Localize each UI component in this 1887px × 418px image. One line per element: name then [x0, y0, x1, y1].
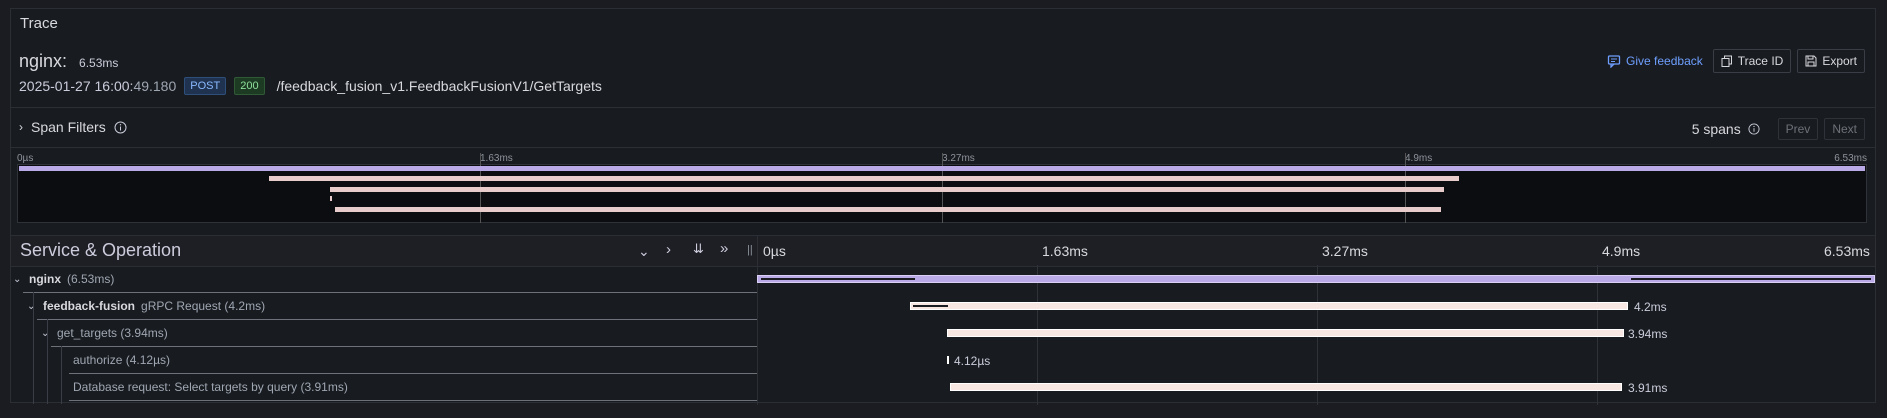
tree-guide: [61, 346, 62, 404]
panel-title: Trace: [20, 15, 58, 32]
timeline-tick: 4.9ms: [1602, 243, 1641, 259]
method-badge: POST: [184, 77, 227, 95]
span-bar[interactable]: [947, 329, 1624, 337]
minimap-span: [330, 187, 1444, 192]
minimap-tick: 4.9ms: [1405, 153, 1433, 164]
resize-handle[interactable]: ||: [747, 244, 753, 256]
minimap-span: [335, 207, 1441, 212]
span-navigation: 5 spans Prev Next: [1692, 118, 1865, 140]
minimap-span: [330, 196, 332, 201]
trace-meta: 2025-01-27 16:00:49.180 POST 200 /feedba…: [19, 77, 602, 95]
timeline-tick: 0µs: [763, 243, 786, 259]
info-icon: [1748, 123, 1760, 135]
chevron-double-down-icon[interactable]: ⇊: [693, 241, 704, 257]
trace-timestamp: 2025-01-27 16:00:49.180: [19, 78, 177, 94]
span-self-time: [761, 278, 915, 280]
span-self-time: [913, 305, 948, 307]
info-icon: [114, 121, 127, 133]
chevron-down-icon[interactable]: ⌄: [41, 328, 51, 339]
trace-header: nginx: 6.53ms: [19, 51, 118, 72]
span-label[interactable]: ⌄ get_targets (3.94ms): [41, 320, 168, 346]
timeline-tick: 1.63ms: [1042, 243, 1088, 259]
chevron-down-icon[interactable]: ⌄: [13, 274, 23, 285]
trace-actions: Give feedback Trace ID Export: [1607, 49, 1865, 73]
minimap-tick: 6.53ms: [1834, 153, 1867, 164]
chevron-down-icon[interactable]: ⌄: [638, 243, 650, 260]
filters-divider: [11, 147, 1875, 148]
span-row[interactable]: Database request: Select targets by quer…: [11, 374, 1875, 401]
row-separator: [69, 400, 757, 401]
tree-guide: [33, 292, 34, 404]
header-divider: [11, 107, 1875, 108]
span-duration-label: 4.12µs: [954, 354, 991, 368]
timeline-tick: 3.27ms: [1322, 243, 1368, 259]
span-row[interactable]: ⌄ nginx (6.53ms): [11, 266, 1875, 293]
minimap-span: [19, 166, 1865, 171]
chevron-double-right-icon[interactable]: »: [720, 240, 728, 257]
span-label[interactable]: authorize (4.12µs): [73, 347, 170, 373]
span-label[interactable]: ⌄ feedback-fusion gRPC Request (4.2ms): [27, 293, 265, 319]
chevron-right-icon: ›: [19, 120, 23, 134]
span-duration-label: 4.2ms: [1634, 300, 1667, 314]
copy-icon: [1721, 55, 1732, 67]
timeline-tick: 6.53ms: [1824, 243, 1870, 259]
give-feedback-link[interactable]: Give feedback: [1607, 54, 1703, 68]
status-badge: 200: [234, 77, 265, 95]
span-row[interactable]: authorize (4.12µs) 4.12µs: [11, 347, 1875, 374]
span-filters-label: Span Filters: [31, 119, 106, 135]
span-bar[interactable]: [910, 302, 1628, 310]
span-count: 5 spans: [1692, 121, 1760, 137]
span-filters-toggle[interactable]: › Span Filters: [19, 119, 127, 135]
chevron-right-icon[interactable]: ›: [666, 241, 671, 258]
span-bar[interactable]: [950, 383, 1622, 391]
timeline-header: Service & Operation ⌄ › ⇊ » || 0µs 1.63m…: [11, 235, 1875, 267]
trace-service-name: nginx:: [19, 51, 68, 71]
minimap-span: [269, 176, 1459, 181]
prev-button[interactable]: Prev: [1777, 118, 1819, 140]
minimap-tick: 3.27ms: [942, 153, 975, 164]
save-icon: [1805, 55, 1817, 67]
span-bar[interactable]: [947, 356, 949, 364]
span-label[interactable]: ⌄ nginx (6.53ms): [13, 266, 114, 292]
span-label[interactable]: Database request: Select targets by quer…: [73, 374, 348, 400]
minimap-tick: 1.63ms: [480, 153, 513, 164]
minimap-tick: 0µs: [17, 153, 34, 164]
trace-minimap[interactable]: [17, 153, 1867, 223]
comment-icon: [1607, 55, 1621, 68]
span-row[interactable]: ⌄ feedback-fusion gRPC Request (4.2ms) 4…: [11, 293, 1875, 320]
tree-guide: [47, 319, 48, 404]
export-button[interactable]: Export: [1797, 49, 1865, 73]
trace-id-button[interactable]: Trace ID: [1712, 49, 1792, 73]
span-self-time: [1631, 278, 1871, 280]
trace-panel: Trace nginx: 6.53ms 2025-01-27 16:00:49.…: [10, 8, 1876, 405]
span-row[interactable]: ⌄ get_targets (3.94ms) 3.94ms: [11, 320, 1875, 347]
next-button[interactable]: Next: [1824, 118, 1865, 140]
timeline-title: Service & Operation: [20, 240, 182, 260]
span-duration-label: 3.91ms: [1628, 381, 1668, 395]
span-duration-label: 3.94ms: [1628, 327, 1668, 341]
trace-duration: 6.53ms: [79, 56, 119, 70]
trace-path: /feedback_fusion_v1.FeedbackFusionV1/Get…: [276, 78, 602, 94]
chevron-down-icon[interactable]: ⌄: [27, 301, 37, 312]
